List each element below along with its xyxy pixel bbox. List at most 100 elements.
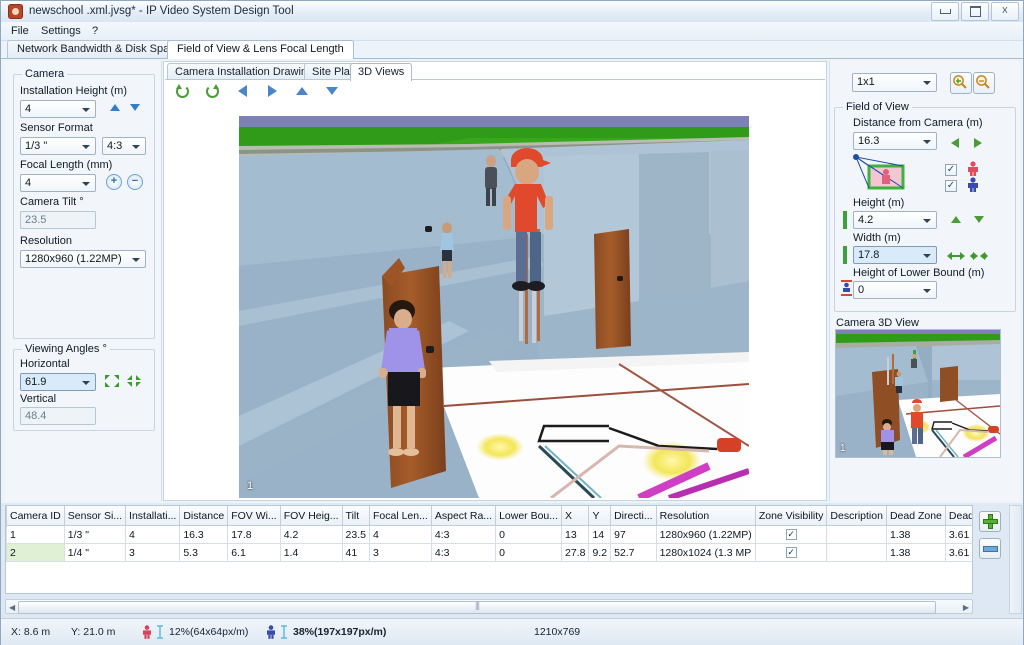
narrow-angle-button[interactable] xyxy=(126,374,142,388)
cell-sensor-size[interactable]: 1/3 " xyxy=(63,525,127,544)
pan-down-button[interactable] xyxy=(323,83,341,99)
pan-right-button[interactable] xyxy=(263,83,281,99)
fov-height-increase-button[interactable] xyxy=(948,212,963,227)
fov-width-combo[interactable]: 17.8 xyxy=(853,246,937,264)
remove-camera-button[interactable] xyxy=(979,538,1001,559)
cell-zone-visibility[interactable]: ✓ xyxy=(754,543,828,562)
fov-width-increase-button[interactable] xyxy=(947,248,965,263)
column-resolution[interactable]: Resolution xyxy=(655,506,756,526)
column-direction[interactable]: Directi... xyxy=(610,506,657,526)
column-description[interactable]: Description xyxy=(826,506,887,526)
cell-installation-height[interactable]: 4 xyxy=(125,525,181,544)
horizontal-angle-combo[interactable]: 61.9 xyxy=(20,373,96,391)
column-fov-height[interactable]: FOV Heig... xyxy=(279,506,343,526)
column-y[interactable]: Y xyxy=(588,506,612,526)
column-distance[interactable]: Distance xyxy=(179,506,229,526)
cell-camera-id[interactable]: 1 xyxy=(6,525,65,544)
show-blue-person-checkbox[interactable]: ✓ xyxy=(945,180,957,192)
cell-direction[interactable]: 52.7 xyxy=(610,543,657,562)
show-red-person-checkbox[interactable]: ✓ xyxy=(945,164,957,176)
cell-distance[interactable]: 5.3 xyxy=(179,543,229,562)
maximize-button[interactable] xyxy=(961,2,989,21)
tab-field-of-view-lens-focal-length[interactable]: Field of View & Lens Focal Length xyxy=(167,40,354,59)
cell-zone-visibility[interactable]: ✓ xyxy=(754,525,828,544)
aspect-ratio-combo[interactable]: 4:3 xyxy=(102,137,146,155)
column-installation-height[interactable]: Installati... xyxy=(125,506,181,526)
cell-dead-zone-2[interactable]: 3.61 xyxy=(944,525,972,544)
installation-height-decrease-button[interactable] xyxy=(127,100,142,115)
cell-dead-zone-2[interactable]: 3.61 xyxy=(944,543,972,562)
column-sensor-size[interactable]: Sensor Si... xyxy=(63,506,127,526)
add-camera-button[interactable] xyxy=(979,511,1001,532)
close-button[interactable]: ☓ xyxy=(991,2,1019,21)
zoom-out-button[interactable] xyxy=(973,72,995,94)
tab-network-bandwidth-disk-space[interactable]: Network Bandwidth & Disk Space xyxy=(7,40,191,58)
cell-dead-zone-1[interactable]: 1.38 xyxy=(885,543,946,562)
cell-aspect-ratio[interactable]: 4:3 xyxy=(430,525,497,544)
menu-item-help[interactable]: ? xyxy=(92,25,98,37)
cell-focal-length[interactable]: 3 xyxy=(368,543,432,562)
zone-visibility-checkbox[interactable]: ✓ xyxy=(785,529,797,541)
lower-bound-combo[interactable]: 0 xyxy=(853,281,937,299)
cell-camera-id[interactable]: 2 xyxy=(6,543,65,562)
fov-height-combo[interactable]: 4.2 xyxy=(853,211,937,229)
cell-sensor-size[interactable]: 1/4 " xyxy=(63,543,127,562)
tab-3d-views[interactable]: 3D Views xyxy=(350,63,413,81)
cell-tilt[interactable]: 23.5 xyxy=(341,525,370,544)
camera-table[interactable]: Camera ID Sensor Si... Installati... Dis… xyxy=(5,505,973,594)
cell-x[interactable]: 27.8 xyxy=(561,543,590,562)
widen-angle-button[interactable] xyxy=(104,374,120,388)
cell-lower-bound[interactable]: 0 xyxy=(495,543,563,562)
fov-height-decrease-button[interactable] xyxy=(971,212,986,227)
column-dead-zone-1[interactable]: Dead Zone xyxy=(885,506,946,526)
cell-aspect-ratio[interactable]: 4:3 xyxy=(430,543,497,562)
layout-combo[interactable]: 1x1 xyxy=(852,73,937,92)
scroll-left-icon[interactable]: ◀ xyxy=(9,603,15,612)
cell-tilt[interactable]: 41 xyxy=(341,543,370,562)
scrollbar-thumb[interactable] xyxy=(18,601,936,614)
menu-item-file[interactable]: File xyxy=(11,25,29,37)
column-tilt[interactable]: Tilt xyxy=(341,506,370,526)
zoom-in-button[interactable] xyxy=(950,72,972,94)
column-aspect-ratio[interactable]: Aspect Ra... xyxy=(430,506,497,526)
focal-length-decrease-button[interactable]: − xyxy=(127,174,143,190)
menu-item-settings[interactable]: Settings xyxy=(41,25,81,37)
zone-visibility-checkbox[interactable]: ✓ xyxy=(785,547,797,559)
sensor-format-combo[interactable]: 1/3 " xyxy=(20,137,96,155)
camera-3d-view-preview[interactable]: 1 xyxy=(835,329,1001,458)
pan-up-button[interactable] xyxy=(293,83,311,99)
column-fov-width[interactable]: FOV Wi... xyxy=(227,506,281,526)
cell-description[interactable] xyxy=(826,543,887,562)
distance-from-camera-combo[interactable]: 16.3 xyxy=(853,132,937,150)
column-x[interactable]: X xyxy=(561,506,590,526)
cell-focal-length[interactable]: 4 xyxy=(368,525,432,544)
focal-length-increase-button[interactable]: + xyxy=(106,174,122,190)
cell-lower-bound[interactable]: 0 xyxy=(495,525,563,544)
rotate-left-button[interactable] xyxy=(173,83,191,99)
installation-height-combo[interactable]: 4 xyxy=(20,100,96,118)
cell-x[interactable]: 13 xyxy=(561,525,590,544)
distance-increase-button[interactable] xyxy=(970,135,985,150)
3d-viewport[interactable]: 1 xyxy=(239,116,749,498)
distance-decrease-button[interactable] xyxy=(947,135,962,150)
table-row[interactable]: 2 1/4 " 3 5.3 6.1 1.4 41 3 4:3 0 27.8 9.… xyxy=(6,543,972,562)
column-dead-zone-2[interactable]: Dead Zone xyxy=(944,506,972,526)
installation-height-increase-button[interactable] xyxy=(107,100,122,115)
cell-dead-zone-1[interactable]: 1.38 xyxy=(885,525,946,544)
column-lower-bound[interactable]: Lower Bou... xyxy=(495,506,563,526)
table-horizontal-scrollbar[interactable]: ◀ ▶ xyxy=(5,599,973,614)
minimize-button[interactable] xyxy=(931,2,959,21)
cell-description[interactable] xyxy=(826,525,887,544)
cell-direction[interactable]: 97 xyxy=(610,525,657,544)
cell-resolution[interactable]: 1280x960 (1.22MP) xyxy=(655,525,756,544)
cell-fov-width[interactable]: 17.8 xyxy=(227,525,281,544)
rotate-right-button[interactable] xyxy=(203,83,221,99)
column-camera-id[interactable]: Camera ID xyxy=(6,506,65,526)
cell-fov-width[interactable]: 6.1 xyxy=(227,543,281,562)
cell-y[interactable]: 14 xyxy=(588,525,612,544)
cell-resolution[interactable]: 1280x1024 (1.3 MP xyxy=(655,543,756,562)
pan-left-button[interactable] xyxy=(233,83,251,99)
cell-installation-height[interactable]: 3 xyxy=(125,543,181,562)
scroll-right-icon[interactable]: ▶ xyxy=(963,603,969,612)
focal-length-combo[interactable]: 4 xyxy=(20,174,96,192)
